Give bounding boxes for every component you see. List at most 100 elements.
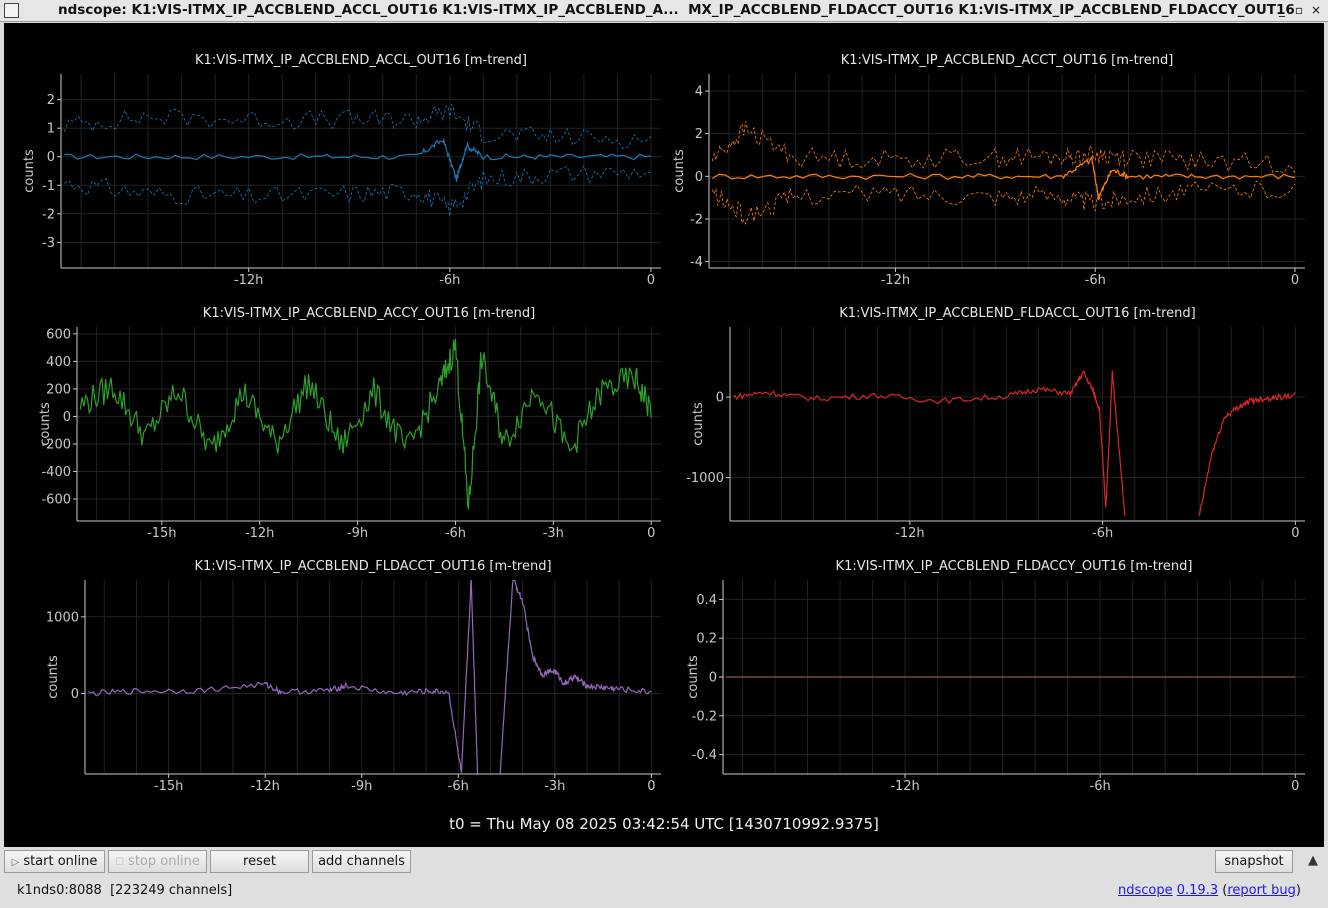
p4-title: K1:VIS-ITMX_IP_ACCBLEND_FLDACCT_OUT16 [m… <box>194 559 551 574</box>
p3-x-tick-label: -6h <box>1092 526 1113 541</box>
p2-x-tick-label: -3h <box>543 526 564 541</box>
close-paren: ) <box>1295 883 1301 898</box>
p3-x-tick-label: 0 <box>1291 526 1299 541</box>
p5-y-tick-label: 0 <box>709 671 717 686</box>
about-links: ndscope 0.19.3 (report bug) <box>1118 883 1301 898</box>
p3-x-tick-label: -12h <box>895 526 924 541</box>
plot-area[interactable]: -12h -6h 0 2 1 0 -1 -2 -3 K1:VIS-ITMX_IP_ACCBLEND… <box>4 23 1324 847</box>
version-link[interactable]: 0.19.3 <box>1177 883 1218 898</box>
start-online-label: start online <box>23 854 98 869</box>
p2-y-tick-label: 200 <box>46 382 71 397</box>
p2-y-tick-label: 600 <box>46 327 71 342</box>
p2-y-tick-label: 400 <box>46 355 71 370</box>
p1-y-tick-label: 4 <box>695 85 703 100</box>
p1-series-max <box>711 121 1296 174</box>
play-icon: ▷ <box>11 857 20 868</box>
p3-series-line <box>1198 392 1296 516</box>
p2-series-line <box>79 338 652 510</box>
p1-y-tick-label: 0 <box>695 170 703 185</box>
p5-y-tick-label: 0.4 <box>696 593 717 608</box>
p2-y-tick-label: 0 <box>63 410 71 425</box>
p2-y-tick-label: -400 <box>41 465 71 480</box>
snapshot-button[interactable]: snapshot <box>1215 850 1293 873</box>
p4-x-tick-label: -6h <box>448 779 469 794</box>
minimize-icon[interactable]: _ <box>1274 2 1290 19</box>
p3-y-tick-label: -1000 <box>686 471 724 486</box>
p3-series-line <box>732 370 1126 517</box>
close-icon[interactable]: × <box>1308 2 1324 19</box>
p1-x-tick-label: 0 <box>1291 273 1299 288</box>
control-bar: ▷ start online ☐ stop online reset add cha… <box>0 847 1328 908</box>
p1-title: K1:VIS-ITMX_IP_ACCBLEND_ACCT_OUT16 [m-tr… <box>841 53 1174 68</box>
p2-title: K1:VIS-ITMX_IP_ACCBLEND_ACCY_OUT16 [m-tr… <box>203 306 535 321</box>
p3-y-label: counts <box>691 402 706 446</box>
p2-x-tick-label: -15h <box>147 526 176 541</box>
stop-online-label: stop online <box>128 854 200 869</box>
p2-y-tick-label: -600 <box>41 492 71 507</box>
p0-x-tick-label: 0 <box>647 273 655 288</box>
p1-x-tick-label: -12h <box>881 273 910 288</box>
p4-x-tick-label: 0 <box>647 779 655 794</box>
status-text: k1nds0:8088 [223249 channels] <box>17 883 232 898</box>
p5-title: K1:VIS-ITMX_IP_ACCBLEND_FLDACCY_OUT16 [m… <box>836 559 1193 574</box>
stop-online-button[interactable]: ☐ stop online <box>108 850 207 873</box>
p4-series-line <box>87 580 479 774</box>
p0-y-tick-label: 2 <box>47 93 55 108</box>
collapse-arrow-icon[interactable]: ▲ <box>1308 853 1318 868</box>
p0-y-label: counts <box>22 149 37 193</box>
p2-x-tick-label: 0 <box>647 526 655 541</box>
add-channels-button[interactable]: add channels <box>312 850 411 873</box>
p4-y-label: counts <box>46 655 61 699</box>
p0-y-tick-label: 0 <box>47 150 55 165</box>
window-title: ndscope: K1:VIS-ITMX_IP_ACCBLEND_ACCL_OU… <box>58 2 1295 18</box>
window-titlebar[interactable]: ndscope: K1:VIS-ITMX_IP_ACCBLEND_ACCL_OU… <box>0 0 1328 22</box>
nds-server: k1nds0:8088 <box>17 883 102 898</box>
p0-y-tick-label: -1 <box>42 179 55 194</box>
p3-y-tick-label: 0 <box>716 391 724 406</box>
p2-x-tick-label: -6h <box>445 526 466 541</box>
p2-y-label: counts <box>38 402 53 446</box>
p1-y-tick-label: -2 <box>690 212 703 227</box>
p4-x-tick-label: -15h <box>154 779 183 794</box>
p5-y-tick-label: -0.2 <box>692 709 717 724</box>
p5-y-tick-label: 0.2 <box>696 632 717 647</box>
plots-canvas[interactable]: -12h -6h 0 2 1 0 -1 -2 -3 K1:VIS-ITMX_IP_ACCBLEND… <box>4 23 1324 847</box>
reset-button[interactable]: reset <box>210 850 309 873</box>
p2-x-tick-label: -9h <box>347 526 368 541</box>
p4-x-tick-label: -3h <box>544 779 565 794</box>
p0-x-tick-label: -12h <box>234 273 263 288</box>
p5-y-tick-label: -0.4 <box>692 748 717 763</box>
p1-x-tick-label: -6h <box>1085 273 1106 288</box>
ndscope-link[interactable]: ndscope <box>1118 883 1173 898</box>
p4-y-tick-label: 1000 <box>46 610 79 625</box>
p2-x-tick-label: -12h <box>245 526 274 541</box>
p1-series-min <box>711 180 1296 225</box>
p0-series-mean <box>64 139 651 182</box>
report-bug-link[interactable]: report bug <box>1227 883 1296 898</box>
p5-x-tick-label: -6h <box>1090 779 1111 794</box>
p1-y-tick-label: -4 <box>690 255 703 270</box>
p1-y-tick-label: 2 <box>695 127 703 142</box>
p0-series-max <box>64 103 652 149</box>
p4-x-tick-label: -9h <box>351 779 372 794</box>
app-icon <box>4 3 19 18</box>
start-online-button[interactable]: ▷ start online <box>4 850 105 873</box>
p0-title: K1:VIS-ITMX_IP_ACCBLEND_ACCL_OUT16 [m-tr… <box>195 53 527 68</box>
p0-x-tick-label: -6h <box>439 273 460 288</box>
p5-x-tick-label: 0 <box>1291 779 1299 794</box>
p1-series-mean <box>711 154 1296 200</box>
p5-x-tick-label: -12h <box>890 779 919 794</box>
p4-x-tick-label: -12h <box>250 779 279 794</box>
p0-y-tick-label: -2 <box>42 207 55 222</box>
t0-label: t0 = Thu May 08 2025 03:42:54 UTC [14307… <box>449 815 879 833</box>
p4-y-tick-label: 0 <box>71 687 79 702</box>
stop-icon: ☐ <box>115 857 125 868</box>
maximize-icon[interactable]: ▫ <box>1291 2 1307 19</box>
p5-y-label: counts <box>686 655 701 699</box>
p1-y-label: counts <box>672 149 687 193</box>
p0-y-tick-label: -3 <box>42 236 55 251</box>
p0-series-min <box>64 164 652 217</box>
p0-y-tick-label: 1 <box>47 122 55 137</box>
channel-count: [223249 channels] <box>110 883 233 898</box>
p3-title: K1:VIS-ITMX_IP_ACCBLEND_FLDACCL_OUT16 [m… <box>839 306 1195 321</box>
